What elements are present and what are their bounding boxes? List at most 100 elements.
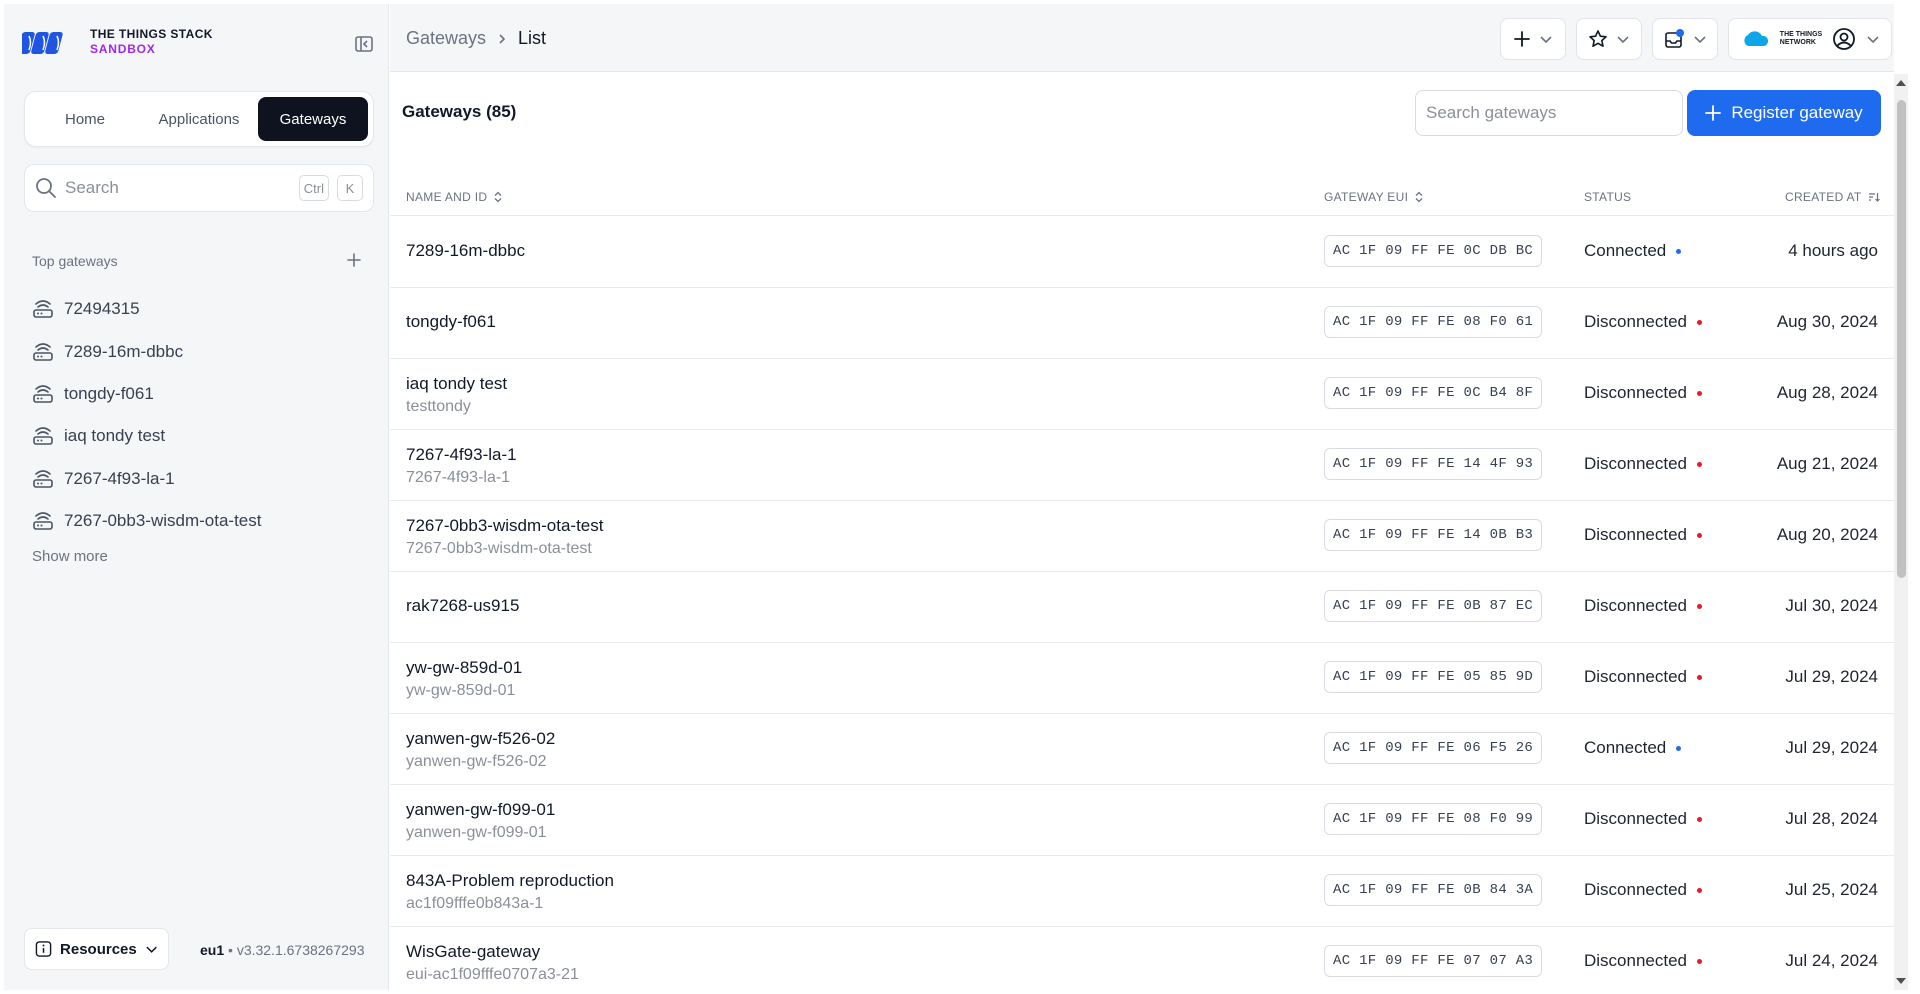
status-text: Disconnected: [1584, 312, 1688, 331]
status-disconnected-dot-icon: [1697, 816, 1703, 822]
gateway-name: iaq tondy test: [406, 374, 508, 393]
resources-button[interactable]: Resources: [24, 928, 169, 970]
gateway-name: WisGate-gateway: [406, 942, 541, 961]
inbox-icon: [1665, 29, 1684, 48]
gateway-eui[interactable]: AC 1F 09 FF FE 08 F0 99: [1324, 803, 1543, 835]
add-menu-button[interactable]: [1500, 18, 1566, 60]
gateway-id: 7267-0bb3-wisdm-ota-test: [406, 540, 592, 557]
tab-home[interactable]: Home: [30, 97, 140, 141]
notifications-button[interactable]: [1652, 18, 1718, 60]
created-at: Aug 20, 2024: [1776, 525, 1878, 544]
top-gateway-label: 7267-0bb3-wisdm-ota-test: [64, 511, 262, 531]
top-gateway-label: tongdy-f061: [64, 383, 154, 403]
table-row[interactable]: 7267-4f93-la-1 7267-4f93-la-1 AC 1F 09 F…: [390, 430, 1894, 501]
scroll-up-arrow-icon[interactable]: [1896, 80, 1906, 86]
top-gateway-label: 7267-4f93-la-1: [64, 468, 175, 488]
top-gateway-item[interactable]: tongdy-f061: [32, 373, 372, 415]
status-text: Disconnected: [1584, 454, 1688, 473]
info-icon: [35, 941, 52, 957]
gateway-eui[interactable]: AC 1F 09 FF FE 0C DB BC: [1324, 235, 1543, 267]
sort-icon: [494, 191, 502, 203]
breadcrumb: Gateways List: [406, 28, 546, 49]
column-name-label: NAME AND ID: [406, 190, 488, 204]
tab-gateways[interactable]: Gateways: [258, 97, 368, 141]
top-gateway-item[interactable]: 72494315: [32, 288, 372, 330]
gateway-eui[interactable]: AC 1F 09 FF FE 0B 87 EC: [1324, 590, 1543, 622]
table-row[interactable]: yanwen-gw-f099-01 yanwen-gw-f099-01 AC 1…: [390, 785, 1894, 856]
status-disconnected-dot-icon: [1697, 674, 1703, 680]
table-row[interactable]: 843A-Problem reproduction ac1f09fffe0b84…: [390, 856, 1894, 927]
column-created[interactable]: CREATED AT: [1785, 190, 1880, 204]
version-separator: •: [224, 942, 237, 958]
top-gateway-item[interactable]: 7267-0bb3-wisdm-ota-test: [32, 500, 372, 542]
table-row[interactable]: rak7268-us915 AC 1F 09 FF FE 0B 87 EC Di…: [390, 572, 1894, 643]
sidebar-search[interactable]: Search Ctrl K: [24, 164, 374, 212]
app-logo[interactable]: THE THINGS STACK SANDBOX: [22, 26, 213, 58]
table-row[interactable]: tongdy-f061 AC 1F 09 FF FE 08 F0 61 Disc…: [390, 288, 1894, 359]
top-gateway-item[interactable]: 7289-16m-dbbc: [32, 330, 372, 372]
chevron-down-icon: [1617, 36, 1629, 44]
collapse-sidebar-button[interactable]: [352, 32, 376, 56]
gateway-search-input[interactable]: Search gateways: [1415, 90, 1683, 136]
chevron-down-icon: [146, 946, 157, 953]
gateway-eui[interactable]: AC 1F 09 FF FE 05 85 9D: [1324, 661, 1543, 693]
gateway-router-icon: [33, 385, 53, 403]
gateway-name: 843A-Problem reproduction: [406, 871, 614, 890]
gateway-name: rak7268-us915: [406, 596, 520, 615]
column-name[interactable]: NAME AND ID: [406, 190, 503, 204]
page-title: Gateways (85): [402, 102, 517, 121]
gateway-router-icon: [33, 342, 53, 361]
gateway-eui[interactable]: AC 1F 09 FF FE 0B 84 3A: [1324, 874, 1543, 906]
gateway-eui[interactable]: AC 1F 09 FF FE 0C B4 8F: [1324, 377, 1543, 409]
table-row[interactable]: 7289-16m-dbbc AC 1F 09 FF FE 0C DB BC Co…: [390, 217, 1894, 288]
sort-icon: [1415, 191, 1423, 203]
table-row[interactable]: WisGate-gateway eui-ac1f09fffe0707a3-21 …: [390, 927, 1894, 994]
gateway-name: yanwen-gw-f099-01: [406, 800, 556, 819]
gateway-router-icon: [33, 300, 53, 318]
plus-icon: [1514, 31, 1530, 47]
gateway-eui[interactable]: AC 1F 09 FF FE 14 0B B3: [1324, 519, 1543, 551]
gateway-name: 7267-0bb3-wisdm-ota-test: [406, 516, 604, 535]
gateway-id: yw-gw-859d-01: [406, 682, 516, 699]
table-row[interactable]: 7267-0bb3-wisdm-ota-test 7267-0bb3-wisdm…: [390, 501, 1894, 572]
sort-descending-icon: [1868, 193, 1880, 202]
breadcrumb-gateways[interactable]: Gateways: [406, 28, 486, 49]
tab-applications[interactable]: Applications: [140, 97, 258, 141]
gateway-id: 7267-4f93-la-1: [406, 469, 511, 486]
gateway-eui[interactable]: AC 1F 09 FF FE 14 4F 93: [1324, 448, 1543, 480]
gateway-id: yanwen-gw-f526-02: [406, 753, 547, 770]
gateway-eui[interactable]: AC 1F 09 FF FE 08 F0 61: [1324, 306, 1543, 338]
add-top-gateway-button[interactable]: [342, 248, 366, 272]
bookmarks-button[interactable]: [1576, 18, 1642, 60]
status-text: Disconnected: [1584, 880, 1688, 899]
gateway-name: 7289-16m-dbbc: [406, 241, 526, 260]
gateway-eui[interactable]: AC 1F 09 FF FE 06 F5 26: [1324, 732, 1543, 764]
gateway-id: eui-ac1f09fffe0707a3-21: [406, 966, 579, 983]
scroll-down-arrow-icon[interactable]: [1896, 978, 1906, 984]
top-gateway-item[interactable]: iaq tondy test: [32, 415, 372, 457]
created-at: Aug 28, 2024: [1776, 383, 1878, 402]
status-disconnected-dot-icon: [1697, 390, 1703, 396]
plus-icon: [347, 253, 361, 267]
table-row[interactable]: yw-gw-859d-01 yw-gw-859d-01 AC 1F 09 FF …: [390, 643, 1894, 714]
gateway-eui[interactable]: AC 1F 09 FF FE 07 07 A3: [1324, 945, 1543, 977]
main-content: Gateways (85) Search gateways Register g…: [390, 72, 1894, 990]
show-more-link[interactable]: Show more: [32, 548, 108, 565]
column-status-label: STATUS: [1584, 190, 1632, 204]
profile-menu-button[interactable]: THE THINGS NETWORK: [1728, 18, 1892, 60]
column-eui[interactable]: GATEWAY EUI: [1324, 190, 1424, 204]
status-connected-dot-icon: [1676, 248, 1682, 254]
top-gateway-label: 7289-16m-dbbc: [64, 341, 184, 361]
table-row[interactable]: iaq tondy test testtondy AC 1F 09 FF FE …: [390, 359, 1894, 430]
version-label: v3.32.1.6738267293: [236, 942, 365, 958]
table-row[interactable]: yanwen-gw-f526-02 yanwen-gw-f526-02 AC 1…: [390, 714, 1894, 785]
table-header: NAME AND ID GATEWAY EUI STATUS CREATED A…: [390, 182, 1894, 216]
search-placeholder: Search: [65, 178, 119, 197]
register-gateway-button[interactable]: Register gateway: [1687, 90, 1881, 136]
top-gateway-item[interactable]: 7267-4f93-la-1: [32, 458, 372, 500]
top-gateways-title: Top gateways: [32, 253, 118, 269]
gateway-router-icon: [33, 469, 53, 488]
gateway-name: tongdy-f061: [406, 312, 496, 331]
created-at: Aug 21, 2024: [1776, 454, 1878, 473]
scrollbar-thumb[interactable]: [1897, 100, 1906, 578]
